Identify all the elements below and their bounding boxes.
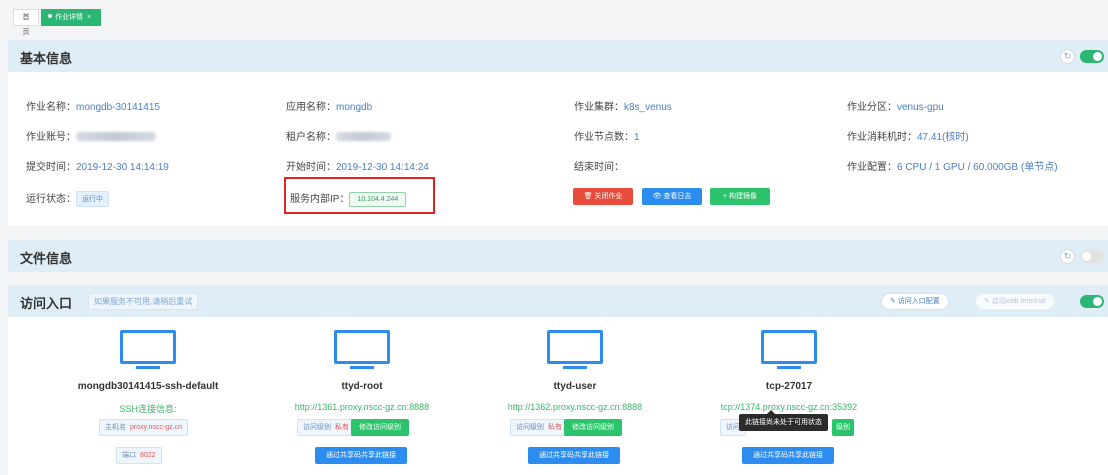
active-dot-icon xyxy=(48,14,52,18)
access-config-button[interactable]: ✎ 访问入口配置 xyxy=(881,293,949,310)
refresh-icon[interactable]: ↻ xyxy=(1060,249,1075,264)
status-field: 运行状态： 运行中 xyxy=(26,190,109,207)
status-badge: 运行中 xyxy=(76,191,109,207)
files-header: 文件信息 ↻ xyxy=(8,240,1108,272)
account-field: 作业账号： xyxy=(26,128,156,143)
share-link-button[interactable]: 通过共享码共享此链接 xyxy=(742,447,834,464)
basic-info-toggle[interactable] xyxy=(1080,50,1104,63)
app-name-field: 应用名称：mongdb xyxy=(286,102,373,113)
access-level-chip: 访问级别 私有 xyxy=(510,419,568,436)
card-name: ttyd-root xyxy=(341,381,383,392)
card-link[interactable]: tcp://1374.proxy.nscc-gz.cn:35392 xyxy=(684,402,894,412)
close-icon[interactable]: × xyxy=(87,14,91,21)
end-time-field: 结束时间： xyxy=(574,162,624,173)
submit-time-field: 提交时间：2019-12-30 14:14:19 xyxy=(26,162,169,173)
modify-access-button[interactable]: 级别 xyxy=(832,419,854,436)
view-log-button[interactable]: 👁 查看日志 xyxy=(642,188,702,205)
access-title: 访问入口 xyxy=(20,296,73,311)
access-hint: 如果服务不可用,请稍后重试 xyxy=(88,293,199,310)
build-image-button[interactable]: + 构建镜像 xyxy=(710,188,770,205)
card-name: mongdb30141415-ssh-default xyxy=(77,381,219,392)
monitor-icon xyxy=(334,330,390,372)
monitor-icon xyxy=(120,330,176,372)
web-terminal-button[interactable]: ✎ 启动web terminal xyxy=(975,293,1055,310)
monitor-icon xyxy=(761,330,817,372)
tenant-field: 租户名称： xyxy=(286,128,391,143)
share-link-button[interactable]: 通过共享码共享此链接 xyxy=(528,447,620,464)
card-link[interactable]: http://1361.proxy.nscc-gz.cn:8888 xyxy=(257,402,467,412)
card-name: ttyd-user xyxy=(553,381,597,392)
ssh-info-label: SSH连接信息: xyxy=(119,404,177,414)
stop-job-button[interactable]: 🗑 关闭作业 xyxy=(573,188,633,205)
access-level-chip: 访问级别 私有 xyxy=(297,419,355,436)
tab-job-detail-label: 作业详情 xyxy=(55,14,83,21)
tab-home[interactable]: 首页 xyxy=(13,9,39,36)
files-panel: 文件信息 ↻ xyxy=(8,240,1108,272)
card-name: tcp-27017 xyxy=(765,381,813,392)
port-chip: 端口 8022 xyxy=(116,447,162,464)
access-toggle[interactable] xyxy=(1080,295,1104,308)
access-card-ttyd-user: ttyd-user http://1362.proxy.nscc-gz.cn:8… xyxy=(490,330,660,470)
card-link[interactable]: http://1362.proxy.nscc-gz.cn:8888 xyxy=(470,402,680,412)
tab-bar: 首页 作业详情 × xyxy=(0,0,1108,36)
access-card-tcp: tcp-27017 tcp://1374.proxy.nscc-gz.cn:35… xyxy=(704,330,874,470)
access-card-ssh: mongdb30141415-ssh-default SSH连接信息: 主机名 p… xyxy=(63,330,233,470)
nodes-field: 作业节点数：1 xyxy=(574,132,640,143)
redacted-tenant xyxy=(336,132,391,141)
monitor-icon xyxy=(547,330,603,372)
modify-access-button[interactable]: 修改访问级别 xyxy=(351,419,409,436)
refresh-icon[interactable]: ↻ xyxy=(1060,49,1075,64)
redacted-account xyxy=(76,132,156,141)
link-unavailable-tooltip: 此链接尚未处于可用状态 xyxy=(739,410,828,431)
core-hours-field: 作业消耗机时：47.41(核时) xyxy=(847,132,969,143)
highlight-box xyxy=(284,177,435,214)
partition-field: 作业分区：venus-gpu xyxy=(847,102,944,113)
cluster-field: 作业集群：k8s_venus xyxy=(574,102,672,113)
share-link-button[interactable]: 通过共享码共享此链接 xyxy=(315,447,407,464)
host-chip: 主机名 proxy.nscc-gz.cn xyxy=(99,419,188,436)
modify-access-button[interactable]: 修改访问级别 xyxy=(564,419,622,436)
basic-info-header: 基本信息 ↻ xyxy=(8,40,1108,72)
basic-info-title: 基本信息 xyxy=(20,51,73,66)
access-header: 访问入口 如果服务不可用,请稍后重试 ✎ 访问入口配置 ✎ 启动web term… xyxy=(8,285,1108,317)
tab-job-detail[interactable]: 作业详情 × xyxy=(41,9,101,26)
start-time-field: 开始时间：2019-12-30 14:14:24 xyxy=(286,162,429,173)
files-toggle[interactable] xyxy=(1080,250,1104,263)
config-field: 作业配置：6 CPU / 1 GPU / 60.000GB (单节点) xyxy=(847,162,1058,173)
job-name-field: 作业名称：mongdb-30141415 xyxy=(26,102,160,113)
access-card-ttyd-root: ttyd-root http://1361.proxy.nscc-gz.cn:8… xyxy=(277,330,447,470)
files-title: 文件信息 xyxy=(20,251,73,266)
